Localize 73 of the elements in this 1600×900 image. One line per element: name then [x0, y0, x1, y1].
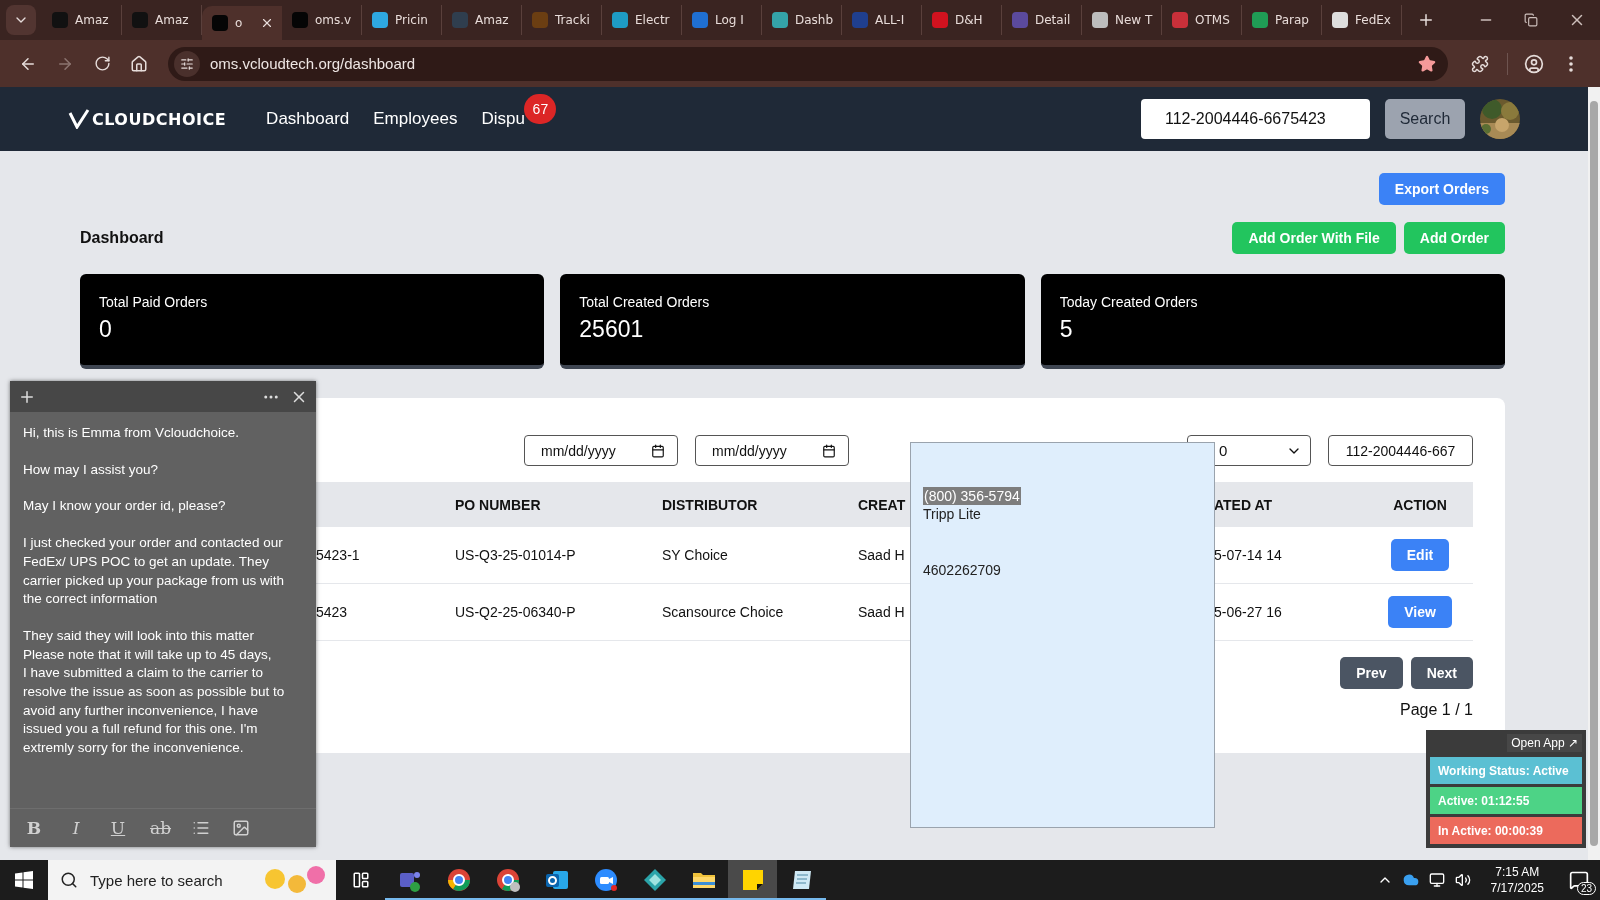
company-name: Tripp Lite — [923, 505, 981, 523]
stat-label: Total Paid Orders — [99, 294, 209, 310]
browser-tab[interactable]: Dashb — [762, 5, 842, 35]
logo-text: CLOUDCHOICE — [92, 109, 227, 129]
contact-number: 4602262709 — [923, 561, 1001, 579]
browser-tab[interactable]: Amaz — [122, 5, 202, 35]
table-cell: Scansource Choice — [662, 604, 784, 620]
browser-tab[interactable]: Pricin — [362, 5, 442, 35]
phone-number: (800) 356-5794 — [923, 487, 1021, 505]
table-cell: 5423-1 — [316, 547, 360, 563]
browser-tab[interactable]: o — [202, 6, 282, 40]
browser-tab[interactable]: Amaz — [442, 5, 522, 35]
table-cell: 5-06-27 16 — [1214, 604, 1282, 620]
note-paragraph: How may I assist you? — [23, 460, 160, 479]
format-button[interactable]: U — [108, 818, 128, 838]
status-bar: Working Status: Active — [1430, 757, 1582, 784]
browser-tab[interactable]: Amaz — [42, 5, 122, 35]
stat-value: 0 — [99, 316, 113, 343]
stat-label: Today Created Orders — [1059, 294, 1199, 310]
browser-tab[interactable]: FedEx — [1322, 5, 1402, 35]
page-title: Dashboard — [80, 229, 165, 247]
browser-tab[interactable]: Electr — [602, 5, 682, 35]
count-badge: 67 — [524, 94, 557, 124]
note-paragraph: May I know your order id, please? — [23, 497, 227, 516]
taskbar-search-field[interactable]: Type here to search — [48, 860, 336, 900]
note-paragraph: They said they will look into this matter Please note that it will take up to 45 days, I have submitted a claim to the carrier to resolve the issue as soon as possible but to avoid any further inconvenience, I have issued you a full refund for this one. I'm extremly sorry for the inconvenience. — [23, 626, 286, 758]
format-button[interactable]: I — [66, 818, 86, 838]
stat-value: 25601 — [579, 316, 645, 343]
export-orders-button[interactable]: Export Orders — [1378, 173, 1505, 205]
format-button[interactable]: B — [24, 818, 44, 838]
browser-tab[interactable]: ALL-I — [842, 5, 922, 35]
table-cell: US-Q3-25-01014-P — [455, 547, 576, 563]
format-button[interactable]: ab — [150, 818, 170, 838]
table-cell: Saad H — [858, 604, 905, 620]
date-field[interactable]: mm/dd/yyyy — [524, 435, 678, 466]
table-cell: US-Q2-25-06340-P — [455, 604, 576, 620]
search-field[interactable]: 112-2004446-667 — [1328, 435, 1473, 466]
column-header: PO NUMBER — [455, 482, 662, 527]
status-bar: Active: 01:12:55 — [1430, 787, 1582, 814]
clock[interactable]: 7:15 AM 7/17/2025 — [1490, 864, 1544, 896]
nav-link[interactable]: Dispu — [481, 109, 525, 129]
column-header: ACTION — [1367, 482, 1473, 527]
note-paragraph: Hi, this is Emma from Vcloudchoice. — [23, 424, 241, 442]
search-button[interactable]: Search — [1385, 99, 1465, 139]
search-field[interactable]: 112-2004446-6675423 — [1141, 99, 1370, 139]
stat-value: 5 — [1059, 316, 1074, 343]
browser-tab[interactable]: D&H — [922, 5, 1002, 35]
status-bar: In Active: 00:00:39 — [1430, 817, 1582, 844]
browser-tab[interactable]: oms.v — [282, 5, 362, 35]
table-cell: SY Choice — [662, 547, 728, 563]
open-app-link[interactable]: Open App ↗ — [1507, 734, 1582, 752]
column-header: ATED AT — [1214, 482, 1367, 527]
next-button[interactable]: Next — [1410, 657, 1473, 689]
browser-tab[interactable]: Parap — [1242, 5, 1322, 35]
note-paragraph: I just checked your order and contacted our FedEx/ UPS POC to get an update. They carrier picked up your package from us with the correct information — [23, 534, 286, 609]
nav-link[interactable]: Employees — [373, 109, 458, 129]
stat-label: Total Created Orders — [579, 294, 711, 310]
browser-tab[interactable]: Tracki — [522, 5, 602, 35]
date-field[interactable]: mm/dd/yyyy — [695, 435, 849, 466]
table-cell: 5423 — [316, 604, 348, 620]
row-action-button[interactable]: View — [1388, 596, 1452, 628]
browser-tab[interactable]: Detail — [1002, 5, 1082, 35]
table-cell: Saad H — [858, 547, 905, 563]
browser-tab[interactable]: OTMS — [1162, 5, 1242, 35]
table-cell: 5-07-14 14 — [1214, 547, 1282, 563]
notifications-button[interactable]: 23 — [1564, 865, 1594, 895]
nav-link[interactable]: Dashboard — [266, 109, 350, 129]
prev-button[interactable]: Prev — [1340, 657, 1403, 689]
page-indicator: Page 1 / 1 — [1400, 701, 1473, 719]
row-action-button[interactable]: Edit — [1390, 539, 1450, 571]
browser-tab[interactable]: Log I — [682, 5, 762, 35]
browser-tab[interactable]: New T — [1082, 5, 1162, 35]
column-header: DISTRIBUTOR — [662, 482, 858, 527]
